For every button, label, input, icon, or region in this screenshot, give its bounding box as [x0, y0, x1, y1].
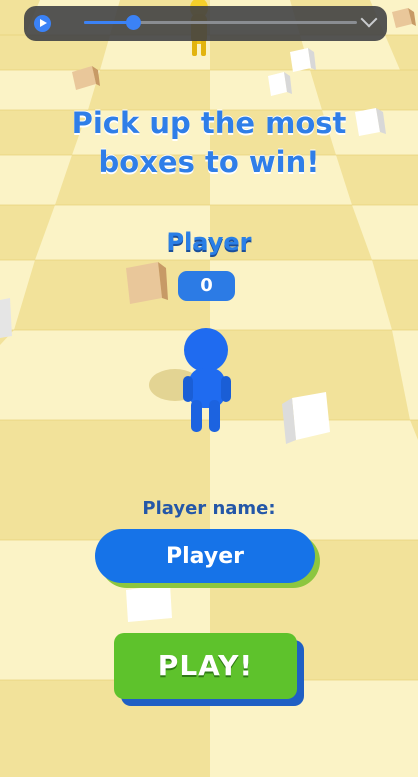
objective-headline: Pick up the most boxes to win! — [30, 104, 388, 182]
headline-line-1: Pick up the most — [71, 106, 347, 140]
media-control-bar — [24, 6, 387, 41]
white-box — [290, 48, 316, 72]
headline-line-2: boxes to win! — [98, 145, 320, 179]
white-box — [126, 584, 172, 622]
white-box — [268, 72, 292, 96]
player-title: Player — [166, 228, 252, 256]
cardboard-box — [126, 262, 168, 304]
play-button[interactable]: PLAY! — [114, 633, 297, 699]
chevron-down-icon[interactable] — [360, 10, 378, 28]
score-badge: 0 — [178, 271, 235, 301]
play-icon[interactable] — [34, 15, 51, 32]
seek-knob[interactable] — [126, 15, 142, 30]
player-name-input[interactable] — [95, 529, 315, 583]
media-seek-bar[interactable] — [84, 15, 357, 30]
white-box — [0, 298, 12, 338]
player-name-label: Player name: — [142, 498, 276, 519]
